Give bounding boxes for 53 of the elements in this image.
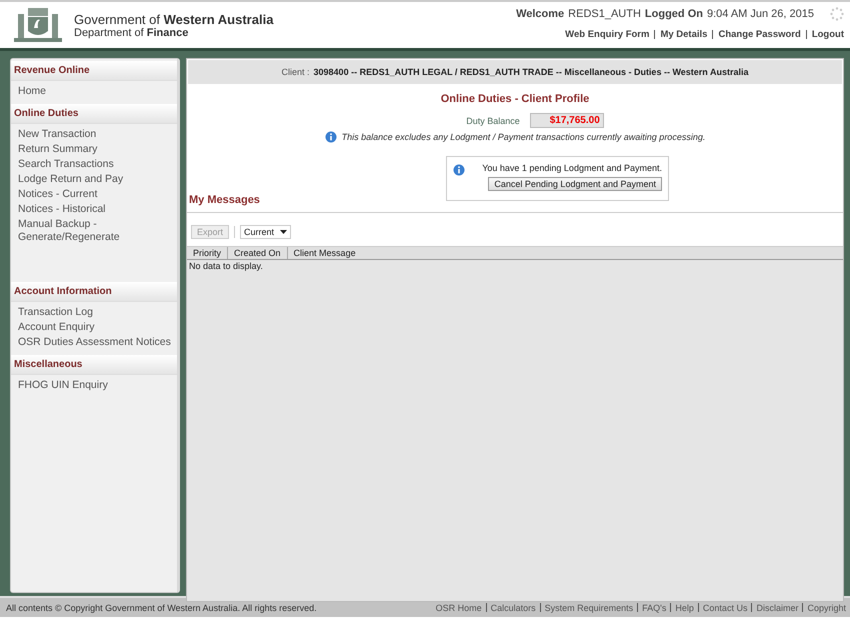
sidebar-heading: Account Information [11,282,177,302]
header-link[interactable]: Web Enquiry Form [565,29,650,40]
balance-note: This balance excludes any Lodgment / Payment transactions currently awaiting processing. [342,132,706,142]
filter-dropdown[interactable]: Current [240,225,292,239]
caret-icon [280,230,288,234]
sidebar-link[interactable]: Notices - Current [18,188,177,201]
sidebar-link[interactable]: New Transaction [18,128,177,141]
organisation-name: Government of Western Australia [74,12,274,26]
sidebar-heading: Miscellaneous [11,355,177,375]
username: REDS1_AUTH [568,8,641,20]
empty-message: No data to display. [188,260,264,272]
sidebar-heading: Revenue Online [11,61,177,81]
pending-message: You have 1 pending Lodgment and Payment. [482,163,662,173]
page-title: Online Duties - Client Profile [440,93,590,105]
logged-on-label: Logged On [644,8,703,20]
sidebar-link[interactable]: Notices - Historical [18,203,177,216]
sidebar-link[interactable]: Transaction Log [18,306,177,319]
duty-balance-field: $17,765.00 [530,113,604,128]
footer-link[interactable]: Calculators [490,602,536,612]
sidebar-link[interactable]: Account Enquiry [18,321,177,334]
loading-spinner-icon [830,7,844,21]
sidebar-link[interactable]: Search Transactions [18,158,177,171]
client-details: 3098400 -- REDS1_AUTH LEGAL / REDS1_AUTH TRADE -- Miscellaneous - Duties -- Western Australia [314,67,748,77]
sidebar-link[interactable]: Manual Backup - Generate/Regenerate [18,218,177,244]
copyright-text: All contents © Copyright Government of Western Australia. All rights reserved. [6,602,317,612]
column-header[interactable]: Priority [187,247,228,259]
info-icon [453,164,465,176]
sidebar-link[interactable]: OSR Duties Assessment Notices [18,336,177,349]
footer-link[interactable]: Contact Us [702,602,748,612]
sidebar-link[interactable]: FHOG UIN Enquiry [18,379,177,392]
header-link[interactable]: My Details [660,29,708,40]
sidebar-link[interactable]: Lodge Return and Pay [18,173,177,186]
footer-link[interactable]: Copyright [807,602,846,612]
header-link[interactable]: Change Password [718,29,801,40]
section-title: My Messages [187,194,843,213]
footer-link[interactable]: Disclaimer [756,602,798,612]
duty-balance-label: Duty Balance [466,116,520,126]
department-name: Department of Finance [74,26,190,38]
welcome-label: Welcome [516,8,564,20]
client-label: Client : [282,67,310,77]
column-header[interactable]: Client Message [288,247,362,259]
footer-link[interactable]: Help [675,602,694,612]
sidebar-heading: Online Duties [11,104,177,124]
logged-on-time: 9:04 AM Jun 26, 2015 [706,8,814,20]
column-header[interactable]: Created On [228,247,288,259]
footer-link[interactable]: OSR Home [436,602,482,612]
cancel-pending-button[interactable]: Cancel Pending Lodgment and Payment [488,177,662,191]
info-icon [324,131,337,143]
footer-link[interactable]: System Requirements [544,602,634,612]
footer-link[interactable]: FAQ's [642,602,666,612]
header-link[interactable]: Logout [812,29,844,40]
sidebar-link[interactable]: Home [18,85,177,98]
sidebar-link[interactable]: Return Summary [18,143,177,156]
